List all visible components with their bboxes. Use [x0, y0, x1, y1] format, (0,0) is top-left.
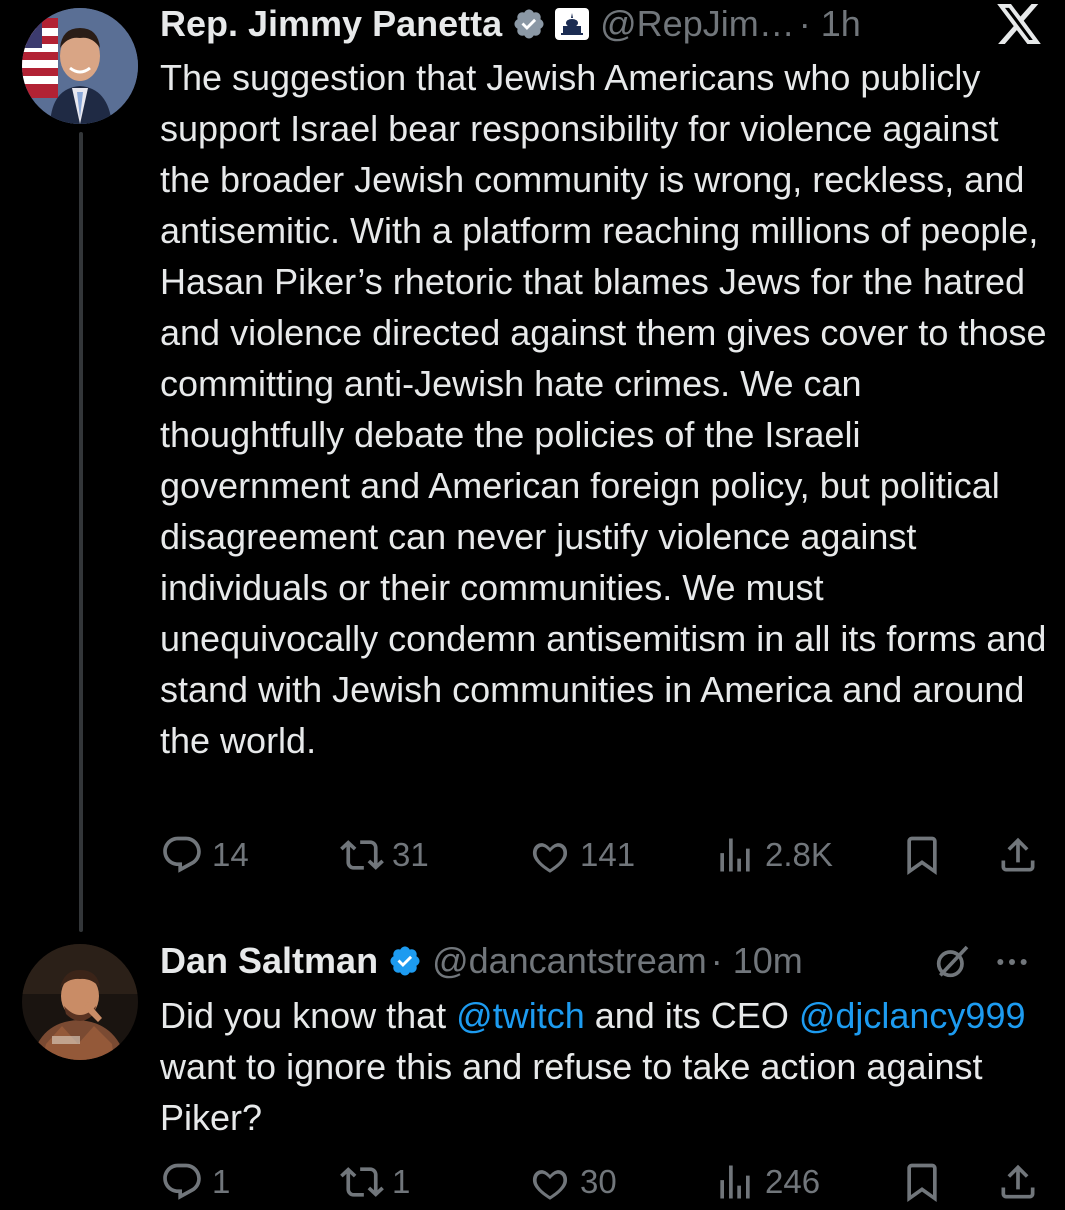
avatar-jimmy-panetta[interactable]: [22, 8, 138, 124]
tweet-time[interactable]: · 10m: [711, 940, 803, 982]
author-name[interactable]: Rep. Jimmy Panetta: [160, 3, 502, 45]
bookmark-button[interactable]: [900, 833, 944, 877]
tweet-header: Rep. Jimmy Panetta @RepJim… · 1h: [160, 2, 861, 46]
text-segment: Did you know that: [160, 995, 457, 1036]
reply-icon: [163, 836, 201, 873]
reply-button[interactable]: 1: [160, 1160, 230, 1204]
repost-button[interactable]: 1: [340, 1160, 410, 1204]
like-button[interactable]: 30: [528, 1160, 617, 1204]
avatar-dan-saltman[interactable]: [22, 944, 138, 1060]
views-count: 2.8K: [765, 836, 833, 873]
reply-count: 1: [212, 1163, 231, 1200]
repost-icon: [340, 1167, 384, 1197]
capitol-affiliation-icon[interactable]: [554, 7, 590, 41]
share-button[interactable]: [996, 1160, 1040, 1204]
like-icon: [532, 1170, 568, 1200]
tweet-2[interactable]: Dan Saltman @dancantstream · 10m Did you…: [0, 930, 1065, 1203]
share-icon: [1001, 1164, 1035, 1199]
bookmark-button[interactable]: [900, 1160, 944, 1204]
thread-line: [79, 132, 83, 932]
repost-count: 31: [392, 836, 429, 873]
share-button[interactable]: [996, 833, 1040, 877]
like-button[interactable]: 141: [528, 833, 635, 877]
repost-button[interactable]: 31: [340, 833, 429, 877]
views-button[interactable]: 2.8K: [713, 833, 833, 877]
reply-count: 14: [212, 836, 249, 873]
repost-count: 1: [392, 1163, 411, 1200]
tweet-text: The suggestion that Jewish Americans who…: [160, 57, 1047, 761]
views-button[interactable]: 246: [713, 1160, 820, 1204]
tweet-actions: 14 31 141 2.8K: [160, 833, 1040, 883]
author-handle[interactable]: @dancantstream: [432, 940, 707, 982]
grok-icon[interactable]: [932, 942, 972, 987]
mention-djclancy999[interactable]: @djclancy999: [799, 995, 1026, 1036]
author-handle[interactable]: @RepJim…: [600, 3, 795, 45]
tweet-time[interactable]: · 1h: [799, 3, 861, 45]
views-icon: [720, 1165, 750, 1199]
views-count: 246: [765, 1163, 821, 1200]
x-logo-icon: [997, 4, 1041, 49]
bookmark-icon: [907, 836, 937, 876]
mention-twitch[interactable]: @twitch: [456, 995, 585, 1036]
like-icon: [532, 843, 568, 873]
tweet-text: Did you know that @twitch and its CEO @d…: [160, 990, 1050, 1143]
tweet-1[interactable]: Rep. Jimmy Panetta @RepJim… · 1h The sug…: [0, 0, 1065, 932]
text-segment: and its CEO: [584, 995, 799, 1036]
views-icon: [720, 838, 750, 872]
more-icon[interactable]: [992, 942, 1032, 987]
author-name[interactable]: Dan Saltman: [160, 940, 378, 982]
like-count: 30: [580, 1163, 617, 1200]
bookmark-icon: [907, 1163, 937, 1203]
text-segment: want to ignore this and refuse to take a…: [160, 1046, 983, 1138]
tweet-header: Dan Saltman @dancantstream · 10m: [160, 938, 803, 984]
reply-icon: [163, 1163, 201, 1200]
verified-badge-icon: [512, 7, 546, 41]
reply-button[interactable]: 14: [160, 833, 249, 877]
verified-badge-icon: [388, 944, 422, 978]
like-count: 141: [580, 836, 636, 873]
tweet-actions: 1 1 30 246: [160, 1160, 1040, 1210]
share-icon: [1001, 837, 1035, 872]
repost-icon: [340, 840, 384, 870]
